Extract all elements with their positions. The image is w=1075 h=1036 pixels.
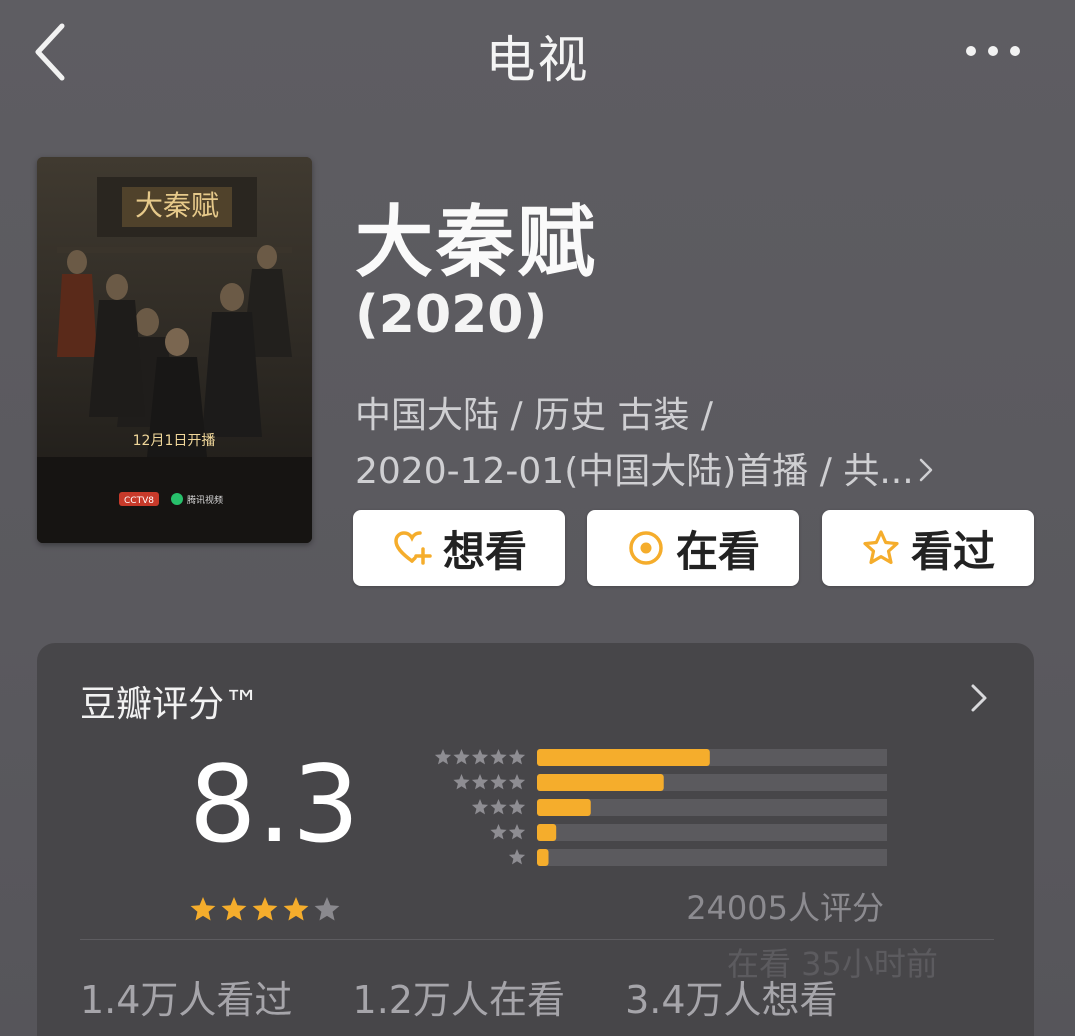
distribution-star xyxy=(453,774,470,790)
distribution-star xyxy=(508,774,526,790)
want-to-watch-label: 想看 xyxy=(442,526,527,576)
watching-label: 在看 xyxy=(675,526,760,576)
rating-stars xyxy=(190,897,340,921)
watched-label: 看过 xyxy=(910,526,995,576)
distribution-bar-4-star xyxy=(537,774,664,791)
distribution-star xyxy=(471,799,489,815)
distribution-bar-5-star xyxy=(537,749,710,766)
rating-count: 24005人评分 xyxy=(686,889,884,927)
rating-detail-button[interactable] xyxy=(970,683,988,717)
distribution-star xyxy=(490,799,507,815)
rating-star xyxy=(252,897,278,921)
rating-star xyxy=(190,897,216,921)
rating-star xyxy=(283,897,309,921)
top-navigation-bar: 电视 xyxy=(0,0,1075,110)
distribution-star xyxy=(471,774,489,790)
movie-meta-line2-text: 2020-12-01(中国大陆)首播 / 共... xyxy=(355,451,914,492)
distribution-star xyxy=(490,824,507,840)
star-outline-icon xyxy=(863,530,899,565)
rating-star xyxy=(314,897,340,921)
distribution-star xyxy=(508,799,526,815)
distribution-bar-2-star xyxy=(537,824,557,841)
more-dots-icon xyxy=(966,46,1020,56)
distribution-star xyxy=(490,774,507,790)
watching-button[interactable]: 在看 xyxy=(587,510,799,586)
wanted-count: 3.4万人想看 xyxy=(625,978,838,1022)
poster-title: 大秦赋 xyxy=(135,189,219,222)
rating-score: 8.3 xyxy=(189,743,361,866)
rating-stats: 1.4万人看过 1.2万人在看 3.4万人想看 xyxy=(80,969,886,1024)
watched-button[interactable]: 看过 xyxy=(822,510,1034,586)
poster-logo-tencent: 腾讯视频 xyxy=(187,494,223,506)
rating-star xyxy=(221,897,247,921)
watching-count: 1.2万人在看 xyxy=(352,978,565,1022)
poster-air-date: 12月1日开播 xyxy=(133,433,216,449)
movie-meta-line1: 中国大陆 / 历史 古装 / xyxy=(355,395,714,436)
rating-distribution-chart xyxy=(434,749,887,866)
chevron-right-icon xyxy=(971,684,987,712)
movie-title: 大秦赋 xyxy=(355,198,599,288)
poster-image[interactable]: 大秦赋 12月1日开播 CCTV8 腾讯视频 xyxy=(37,157,312,543)
target-circle-icon xyxy=(629,531,663,565)
distribution-star xyxy=(453,749,470,765)
distribution-star xyxy=(508,849,526,865)
distribution-bar-track xyxy=(537,849,887,866)
distribution-bar-1-star xyxy=(537,849,549,866)
poster-logo-cctv: CCTV8 xyxy=(124,496,154,506)
distribution-star xyxy=(490,749,507,765)
heart-plus-icon xyxy=(394,531,432,565)
page-title: 电视 xyxy=(485,31,590,89)
chevron-right-icon xyxy=(918,451,934,492)
distribution-bar-3-star xyxy=(537,799,591,816)
distribution-star xyxy=(434,749,452,765)
distribution-star xyxy=(508,824,526,840)
distribution-bar-track xyxy=(537,824,887,841)
rating-title: 豆瓣评分™ xyxy=(80,684,261,725)
rating-card: 豆瓣评分™ 8.3 24005人评分 在看 35小时前 1.4万人看过 1.2万… xyxy=(37,643,1034,1036)
distribution-star xyxy=(471,749,489,765)
poster-artwork: 大秦赋 12月1日开播 CCTV8 腾讯视频 xyxy=(37,157,312,543)
distribution-star xyxy=(508,749,526,765)
movie-meta-line2[interactable]: 2020-12-01(中国大陆)首播 / 共... xyxy=(355,442,934,494)
want-to-watch-button[interactable]: 想看 xyxy=(353,510,565,586)
movie-year: (2020) xyxy=(355,285,548,345)
more-button[interactable] xyxy=(963,36,1023,66)
watched-count: 1.4万人看过 xyxy=(80,978,293,1022)
